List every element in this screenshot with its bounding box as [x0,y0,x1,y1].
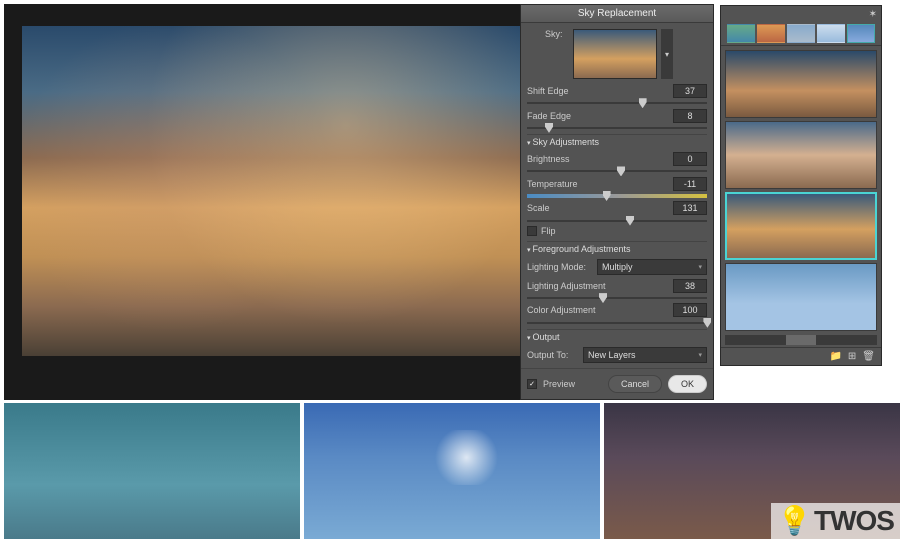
picker-scrollbar[interactable] [725,335,877,345]
temperature-value[interactable]: -11 [673,177,707,191]
shift-edge-slider[interactable] [527,101,707,106]
fade-edge-label: Fade Edge [527,111,669,121]
category-thumb[interactable] [787,24,815,43]
temperature-slider[interactable] [527,194,707,199]
sky-preset-item[interactable] [725,263,877,331]
preview-label: Preview [543,379,602,389]
folder-icon[interactable]: 📁 [829,351,841,362]
dialog-title: Sky Replacement [521,5,713,23]
output-section-label: Output [527,329,707,344]
cancel-button[interactable]: Cancel [608,375,662,393]
lightbulb-icon: 💡 [777,507,812,535]
watermark: 💡 TWOS [771,503,900,539]
sky-replacement-dialog: Sky Replacement ↔ ✎ ✋ 🔍 Sky: ▾ Shift Edg… [520,4,714,400]
new-preset-icon[interactable]: ⊞ [848,351,856,362]
brightness-slider[interactable] [527,169,707,174]
lighting-mode-label: Lighting Mode: [527,262,593,272]
color-adjustment-label: Color Adjustment [527,305,669,315]
lighting-adjustment-value[interactable]: 38 [673,279,707,293]
sky-preset-item[interactable] [725,121,877,189]
category-thumb[interactable] [757,24,785,43]
sky-preset-item-selected[interactable] [725,192,877,260]
sky-label: Sky: [545,29,565,39]
brightness-value[interactable]: 0 [673,152,707,166]
result-variant-1 [4,403,300,539]
lighting-adjustment-slider[interactable] [527,296,707,301]
sky-picker-panel: ✶ 📁 ⊞ 🗑 [720,5,882,366]
scale-label: Scale [527,203,669,213]
brightness-label: Brightness [527,154,669,164]
lighting-adjustment-label: Lighting Adjustment [527,281,669,291]
category-thumb[interactable] [727,24,755,43]
main-preview-image [22,26,520,356]
sky-adjustments-header[interactable]: Sky Adjustments [527,134,707,149]
flip-checkbox[interactable] [527,226,537,236]
category-thumb[interactable] [817,24,845,43]
output-to-label: Output To: [527,350,579,360]
output-to-dropdown[interactable]: New Layers [583,347,707,363]
foreground-adjustments-header[interactable]: Foreground Adjustments [527,241,707,256]
fade-edge-slider[interactable] [527,126,707,131]
preview-checkbox[interactable]: ✓ [527,379,537,389]
temperature-label: Temperature [527,179,669,189]
sky-preset-item[interactable] [725,50,877,118]
scale-slider[interactable] [527,218,707,223]
lighting-mode-dropdown[interactable]: Multiply [597,259,707,275]
fade-edge-value[interactable]: 8 [673,109,707,123]
sky-thumbnail[interactable] [573,29,657,79]
watermark-text: TWOS [814,505,894,537]
sky-dropdown-arrow[interactable]: ▾ [661,29,673,79]
sky-category-strip [721,22,881,46]
gear-icon[interactable]: ✶ [869,9,877,20]
category-thumb-selected[interactable] [847,24,875,43]
result-variant-2 [304,403,600,539]
color-adjustment-slider[interactable] [527,320,707,325]
delete-icon[interactable]: 🗑 [862,351,875,362]
color-adjustment-value[interactable]: 100 [673,303,707,317]
flip-label: Flip [541,226,707,236]
ok-button[interactable]: OK [668,375,707,393]
sky-preset-list [721,46,881,335]
shift-edge-label: Shift Edge [527,86,669,96]
shift-edge-value[interactable]: 37 [673,84,707,98]
scale-value[interactable]: 131 [673,201,707,215]
variant-row [4,403,900,543]
